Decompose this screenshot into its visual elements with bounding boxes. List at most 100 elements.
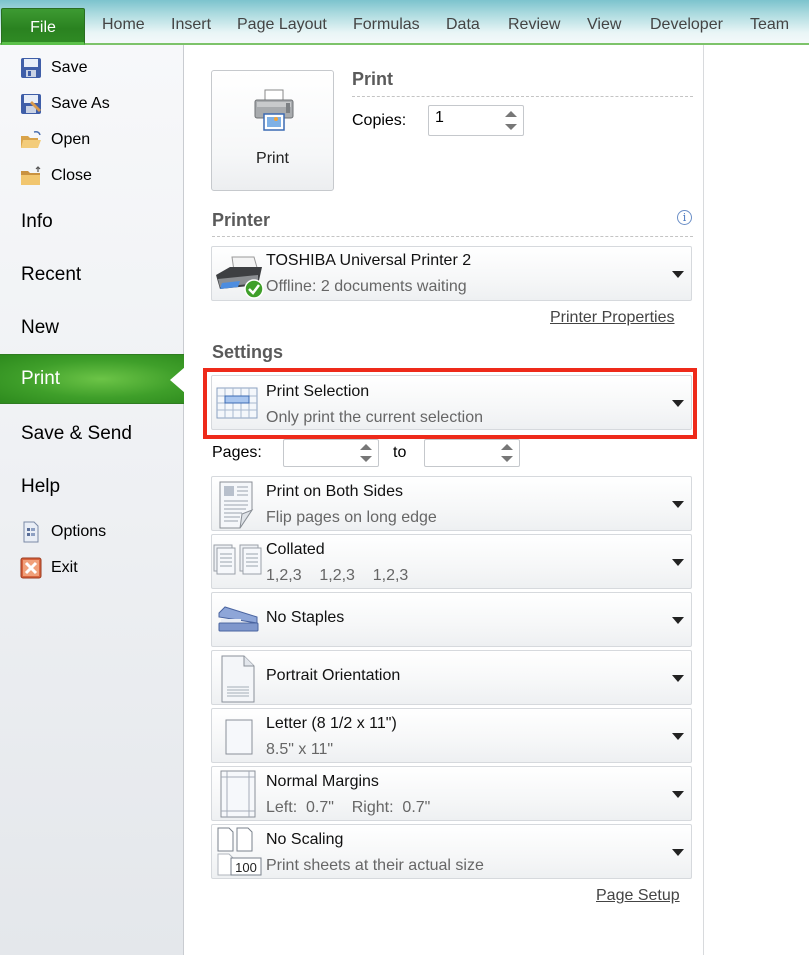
increment-arrow-icon[interactable] bbox=[360, 444, 372, 450]
sidebar-item-label: Exit bbox=[51, 559, 78, 576]
sidebar-item-info[interactable]: Info bbox=[21, 211, 53, 233]
collation-dropdown[interactable]: Collated 1,2,3 1,2,3 1,2,3 bbox=[211, 534, 692, 589]
orientation-dropdown[interactable]: Portrait Orientation bbox=[211, 650, 692, 705]
duplex-dropdown[interactable]: Print on Both Sides Flip pages on long e… bbox=[211, 476, 692, 531]
dropdown-arrow-icon bbox=[672, 501, 684, 508]
pages-to-label: to bbox=[393, 444, 407, 461]
tab-data[interactable]: Data bbox=[446, 16, 480, 34]
save-as-icon bbox=[20, 93, 42, 115]
sidebar-item-save[interactable]: Save bbox=[20, 56, 87, 80]
tab-view[interactable]: View bbox=[587, 16, 621, 34]
tab-file[interactable]: File bbox=[1, 8, 85, 45]
tab-team[interactable]: Team bbox=[750, 16, 789, 34]
ribbon-tab-bar: File Home Insert Page Layout Formulas Da… bbox=[0, 0, 809, 45]
sidebar-item-label: Print bbox=[21, 368, 61, 389]
decrement-arrow-icon[interactable] bbox=[505, 124, 517, 130]
printer-dropdown[interactable]: TOSHIBA Universal Printer 2 Offline: 2 d… bbox=[211, 246, 692, 301]
stapler-icon bbox=[217, 605, 259, 638]
margins-icon bbox=[220, 770, 256, 823]
paper-size-icon bbox=[225, 719, 253, 760]
printer-icon bbox=[252, 88, 296, 132]
open-folder-icon bbox=[20, 129, 42, 151]
print-button[interactable]: Print bbox=[211, 70, 334, 191]
printer-status: Offline: 2 documents waiting bbox=[266, 278, 467, 295]
sidebar-item-recent[interactable]: Recent bbox=[21, 264, 81, 286]
sidebar-item-label: Save bbox=[51, 59, 88, 76]
divider bbox=[352, 96, 693, 97]
print-preview-pane bbox=[705, 45, 809, 955]
paper-size-dropdown[interactable]: Letter (8 1/2 x 11") 8.5" x 11" bbox=[211, 708, 692, 763]
option-title: Print on Both Sides bbox=[266, 483, 403, 500]
backstage-sidebar: Save Save As Open Close Info Recent New … bbox=[0, 45, 185, 955]
page-setup-link[interactable]: Page Setup bbox=[596, 887, 680, 905]
printer-section-title: Printer bbox=[212, 210, 271, 230]
options-icon bbox=[20, 521, 42, 543]
sidebar-item-exit[interactable]: Exit bbox=[20, 556, 78, 580]
printer-name: TOSHIBA Universal Printer 2 bbox=[266, 252, 472, 269]
close-folder-icon bbox=[20, 165, 42, 187]
sidebar-item-help[interactable]: Help bbox=[21, 476, 60, 498]
decrement-arrow-icon[interactable] bbox=[360, 456, 372, 462]
info-icon[interactable]: i bbox=[677, 210, 692, 225]
increment-arrow-icon[interactable] bbox=[505, 111, 517, 117]
sidebar-item-print[interactable]: Print bbox=[0, 354, 185, 404]
pages-label: Pages: bbox=[212, 444, 262, 461]
print-section-title: Print bbox=[352, 69, 394, 89]
printer-properties-link[interactable]: Printer Properties bbox=[550, 309, 675, 327]
sidebar-item-options[interactable]: Options bbox=[20, 520, 106, 544]
option-title: Normal Margins bbox=[266, 773, 379, 790]
option-subtitle: Left: 0.7" Right: 0.7" bbox=[266, 799, 431, 816]
margins-dropdown[interactable]: Normal Margins Left: 0.7" Right: 0.7" bbox=[211, 766, 692, 821]
active-indicator bbox=[170, 367, 185, 393]
print-button-label: Print bbox=[256, 150, 289, 167]
copies-label: Copies: bbox=[352, 112, 407, 129]
option-title: Collated bbox=[266, 541, 325, 558]
sidebar-item-open[interactable]: Open bbox=[20, 128, 90, 152]
tab-home[interactable]: Home bbox=[102, 16, 145, 34]
option-subtitle: 8.5" x 11" bbox=[266, 741, 334, 758]
pages-from-stepper[interactable] bbox=[283, 439, 379, 467]
dropdown-arrow-icon bbox=[672, 271, 684, 278]
staples-dropdown[interactable]: No Staples bbox=[211, 592, 692, 647]
option-subtitle: 1,2,3 1,2,3 1,2,3 bbox=[266, 567, 409, 584]
scaling-dropdown[interactable]: 100 No Scaling Print sheets at their act… bbox=[211, 824, 692, 879]
dropdown-arrow-icon bbox=[672, 849, 684, 856]
dropdown-arrow-icon bbox=[672, 617, 684, 624]
option-title: Portrait Orientation bbox=[266, 667, 401, 684]
dropdown-arrow-icon bbox=[672, 791, 684, 798]
dropdown-arrow-icon bbox=[672, 559, 684, 566]
highlight-annotation bbox=[203, 368, 697, 439]
sidebar-item-label: Options bbox=[51, 523, 107, 540]
dropdown-arrow-icon bbox=[672, 675, 684, 682]
sidebar-item-save-as[interactable]: Save As bbox=[20, 92, 110, 116]
pages-to-stepper[interactable] bbox=[424, 439, 520, 467]
option-title: Letter (8 1/2 x 11") bbox=[266, 715, 397, 732]
decrement-arrow-icon[interactable] bbox=[501, 456, 513, 462]
tab-developer[interactable]: Developer bbox=[650, 16, 723, 34]
collated-icon bbox=[213, 544, 263, 581]
sidebar-item-label: Open bbox=[51, 131, 91, 148]
save-icon bbox=[20, 57, 42, 79]
tab-page-layout[interactable]: Page Layout bbox=[237, 16, 327, 34]
copies-value: 1 bbox=[435, 109, 444, 126]
tab-formulas[interactable]: Formulas bbox=[353, 16, 420, 34]
sidebar-item-save-send[interactable]: Save & Send bbox=[21, 423, 132, 445]
portrait-page-icon bbox=[221, 655, 255, 708]
svg-text:100: 100 bbox=[235, 860, 257, 875]
sidebar-item-label: Save As bbox=[51, 95, 110, 112]
option-subtitle: Flip pages on long edge bbox=[266, 509, 437, 526]
divider bbox=[212, 236, 693, 237]
scaling-icon: 100 bbox=[217, 827, 263, 882]
sidebar-item-new[interactable]: New bbox=[21, 317, 59, 339]
copies-stepper[interactable]: 1 bbox=[428, 105, 524, 136]
increment-arrow-icon[interactable] bbox=[501, 444, 513, 450]
option-subtitle: Print sheets at their actual size bbox=[266, 857, 484, 874]
printer-status-icon bbox=[214, 253, 264, 304]
dropdown-arrow-icon bbox=[672, 733, 684, 740]
option-title: No Staples bbox=[266, 609, 345, 626]
sidebar-item-close[interactable]: Close bbox=[20, 164, 92, 188]
tab-review[interactable]: Review bbox=[508, 16, 560, 34]
tab-insert[interactable]: Insert bbox=[171, 16, 211, 34]
duplex-icon bbox=[218, 480, 254, 535]
option-title: No Scaling bbox=[266, 831, 344, 848]
